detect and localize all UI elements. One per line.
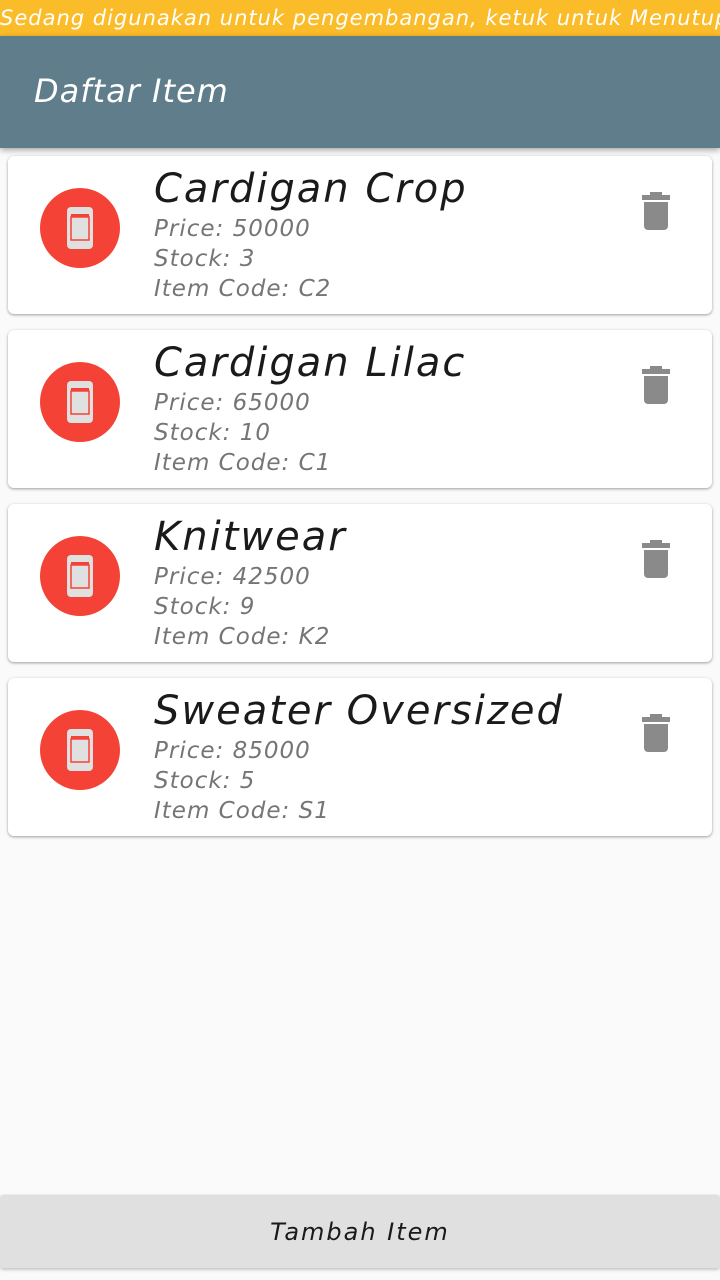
item-code: Item Code: K2 [154, 624, 331, 650]
phone-icon [67, 381, 93, 423]
item-stock: Stock: 3 [154, 246, 256, 272]
item-name: Cardigan Crop [154, 166, 468, 212]
item-card[interactable]: Cardigan Crop Price: 50000 Stock: 3 Item… [8, 156, 712, 314]
delete-button[interactable] [632, 360, 680, 408]
item-avatar [40, 362, 120, 442]
phone-icon [67, 207, 93, 249]
item-card[interactable]: Sweater Oversized Price: 85000 Stock: 5 … [8, 678, 712, 836]
item-stock: Stock: 5 [154, 768, 256, 794]
delete-button[interactable] [632, 708, 680, 756]
item-price: Price: 42500 [154, 564, 311, 590]
item-card[interactable]: Knitwear Price: 42500 Stock: 9 Item Code… [8, 504, 712, 662]
item-list: Cardigan Crop Price: 50000 Stock: 3 Item… [8, 156, 712, 852]
item-code: Item Code: C1 [154, 450, 332, 476]
dev-mode-banner[interactable]: Sedang digunakan untuk pengembangan, ket… [0, 0, 720, 36]
item-code: Item Code: S1 [154, 798, 330, 824]
item-name: Knitwear [154, 514, 347, 560]
item-price: Price: 85000 [154, 738, 311, 764]
item-avatar [40, 710, 120, 790]
item-name: Sweater Oversized [154, 688, 564, 734]
item-code: Item Code: C2 [154, 276, 332, 302]
trash-icon [642, 192, 670, 230]
trash-icon [642, 540, 670, 578]
delete-button[interactable] [632, 534, 680, 582]
phone-icon [67, 729, 93, 771]
phone-icon [67, 555, 93, 597]
trash-icon [642, 714, 670, 752]
item-price: Price: 65000 [154, 390, 311, 416]
item-card[interactable]: Cardigan Lilac Price: 65000 Stock: 10 It… [8, 330, 712, 488]
item-stock: Stock: 10 [154, 420, 271, 446]
trash-icon [642, 366, 670, 404]
add-item-button[interactable]: Tambah Item [0, 1196, 720, 1268]
item-avatar [40, 536, 120, 616]
item-avatar [40, 188, 120, 268]
item-stock: Stock: 9 [154, 594, 256, 620]
item-price: Price: 50000 [154, 216, 311, 242]
delete-button[interactable] [632, 186, 680, 234]
item-name: Cardigan Lilac [154, 340, 467, 386]
app-bar: Daftar Item [0, 36, 720, 148]
page-title: Daftar Item [34, 72, 229, 110]
